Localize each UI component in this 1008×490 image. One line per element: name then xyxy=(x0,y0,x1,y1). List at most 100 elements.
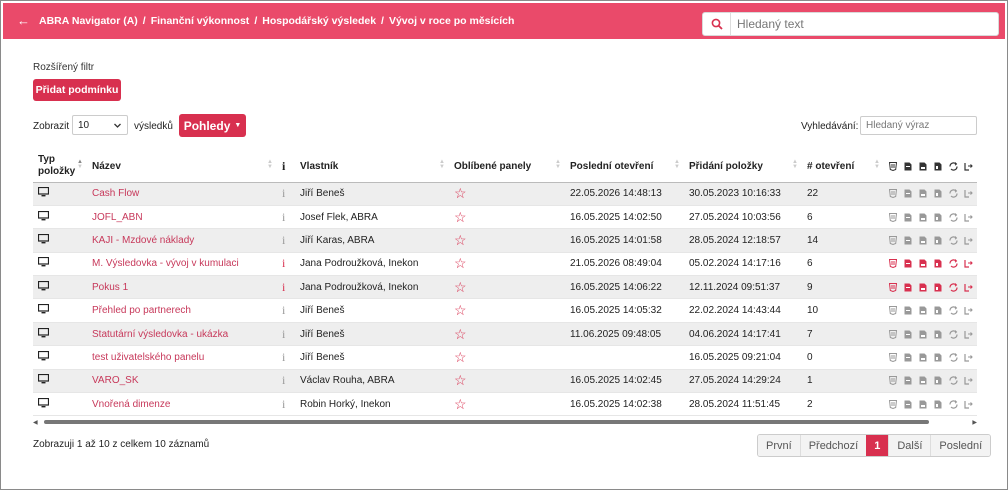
cell-favorite[interactable]: ☆ xyxy=(449,369,565,394)
star-icon[interactable]: ☆ xyxy=(454,255,467,271)
star-icon[interactable]: ☆ xyxy=(454,349,467,365)
share-icon[interactable] xyxy=(964,189,973,198)
scrollbar-thumb[interactable] xyxy=(44,420,929,424)
cell-favorite[interactable]: ☆ xyxy=(449,392,565,417)
share-icon[interactable] xyxy=(964,259,973,268)
column-header-added[interactable]: Přidání položky ▲ ▼ xyxy=(684,151,802,183)
doc-export-icon[interactable] xyxy=(934,376,942,385)
doc-export-icon[interactable] xyxy=(934,306,942,315)
horizontal-scrollbar[interactable]: ◀ ▶ xyxy=(33,418,977,426)
html-export-icon[interactable] xyxy=(888,189,898,199)
star-icon[interactable]: ☆ xyxy=(454,209,467,225)
info-icon[interactable]: i xyxy=(282,280,285,294)
cell-info[interactable]: i xyxy=(277,298,295,323)
cell-favorite[interactable]: ☆ xyxy=(449,252,565,277)
share-icon[interactable] xyxy=(964,376,973,385)
info-icon[interactable]: i xyxy=(282,233,285,247)
table-row[interactable]: KAJI - Mzdové náklady i Jiří Karas, ABRA… xyxy=(33,228,977,253)
cell-name[interactable]: Statutární výsledovka - ukázka xyxy=(87,322,277,347)
star-icon[interactable]: ☆ xyxy=(454,326,467,342)
doc-export-icon[interactable] xyxy=(934,400,942,409)
refresh-icon[interactable] xyxy=(949,329,958,339)
star-icon[interactable]: ☆ xyxy=(454,232,467,248)
html-export-icon[interactable] xyxy=(888,329,898,339)
xls-export-icon[interactable] xyxy=(919,213,927,222)
refresh-icon[interactable] xyxy=(949,353,958,362)
column-header-name[interactable]: Název ▲ ▼ xyxy=(87,151,277,183)
page-current-button[interactable]: 1 xyxy=(866,435,889,456)
cell-favorite[interactable]: ☆ xyxy=(449,322,565,347)
doc-export-icon[interactable] xyxy=(934,283,942,292)
refresh-icon[interactable] xyxy=(949,236,958,245)
pdf-export-icon[interactable] xyxy=(904,213,912,222)
cell-info[interactable]: i xyxy=(277,275,295,300)
share-icon[interactable] xyxy=(964,400,973,409)
table-row[interactable]: Statutární výsledovka - ukázka i Jiří Be… xyxy=(33,322,977,347)
table-row[interactable]: Cash Flow i Jiří Beneš ☆ 22.05.2026 14:4… xyxy=(33,182,977,206)
xls-export-icon[interactable] xyxy=(919,376,927,385)
xls-export-icon[interactable] xyxy=(919,353,927,362)
table-row[interactable]: M. Výsledovka - vývoj v kumulaci i Jana … xyxy=(33,252,977,277)
html-export-icon[interactable] xyxy=(888,212,898,222)
cell-name[interactable]: KAJI - Mzdové náklady xyxy=(87,228,277,253)
xls-export-icon[interactable] xyxy=(919,283,927,292)
info-icon[interactable]: i xyxy=(282,256,285,270)
refresh-icon[interactable] xyxy=(949,282,958,292)
share-icon[interactable] xyxy=(964,283,973,292)
star-icon[interactable]: ☆ xyxy=(454,185,467,201)
xls-export-icon[interactable] xyxy=(919,236,927,245)
cell-favorite[interactable]: ☆ xyxy=(449,275,565,300)
cell-info[interactable]: i xyxy=(277,252,295,277)
cell-name[interactable]: M. Výsledovka - vývoj v kumulaci xyxy=(87,252,277,277)
cell-name[interactable]: Vnořená dimenze xyxy=(87,392,277,417)
column-header-owner[interactable]: Vlastník ▲ ▼ xyxy=(295,151,449,183)
pdf-export-icon[interactable] xyxy=(904,353,912,362)
html-export-icon[interactable] xyxy=(888,399,898,409)
cell-info[interactable]: i xyxy=(277,392,295,417)
star-icon[interactable]: ☆ xyxy=(454,279,467,295)
html-export-icon[interactable] xyxy=(888,306,898,316)
xls-export-icon[interactable] xyxy=(919,189,927,198)
scroll-right-icon[interactable]: ▶ xyxy=(972,419,977,426)
info-icon[interactable]: i xyxy=(282,350,285,364)
cell-name[interactable]: Pokus 1 xyxy=(87,275,277,300)
pdf-export-icon[interactable] xyxy=(904,283,912,292)
cell-info[interactable]: i xyxy=(277,369,295,394)
refresh-icon[interactable] xyxy=(949,189,958,198)
xls-export-icon[interactable] xyxy=(919,259,927,268)
info-icon[interactable]: i xyxy=(282,303,285,317)
pdf-export-icon[interactable] xyxy=(904,330,912,339)
xls-export-icon[interactable] xyxy=(919,400,927,409)
pdf-export-icon[interactable] xyxy=(904,236,912,245)
cell-name[interactable]: Přehled po partnerech xyxy=(87,298,277,323)
cell-favorite[interactable]: ☆ xyxy=(449,345,565,370)
column-header-type[interactable]: Typ položky ▲ ▼ xyxy=(33,151,87,183)
table-row[interactable]: Přehled po partnerech i Jiří Beneš ☆ 16.… xyxy=(33,298,977,323)
info-icon[interactable]: i xyxy=(282,373,285,387)
table-row[interactable]: JOFL_ABN i Josef Flek, ABRA ☆ 16.05.2025… xyxy=(33,205,977,230)
doc-export-icon[interactable] xyxy=(934,330,942,339)
star-icon[interactable]: ☆ xyxy=(454,396,467,412)
pdf-export-icon[interactable] xyxy=(904,189,912,198)
html-export-icon[interactable] xyxy=(888,282,898,292)
cell-name[interactable]: VARO_SK xyxy=(87,369,277,394)
xls-export-icon[interactable] xyxy=(919,330,927,339)
html-export-icon[interactable] xyxy=(888,235,898,246)
html-export-icon[interactable] xyxy=(888,259,898,269)
html-export-icon[interactable] xyxy=(888,376,898,386)
share-icon[interactable] xyxy=(964,306,973,315)
refresh-icon[interactable] xyxy=(949,306,958,315)
page-next-button[interactable]: Další xyxy=(888,435,931,456)
cell-name[interactable]: JOFL_ABN xyxy=(87,205,277,230)
share-icon[interactable] xyxy=(964,353,973,362)
doc-export-icon[interactable] xyxy=(934,353,942,362)
star-icon[interactable]: ☆ xyxy=(454,372,467,388)
page-first-button[interactable]: První xyxy=(758,435,800,456)
cell-favorite[interactable]: ☆ xyxy=(449,182,565,206)
scroll-left-icon[interactable]: ◀ xyxy=(33,419,38,426)
refresh-icon[interactable] xyxy=(949,259,958,268)
doc-export-icon[interactable] xyxy=(934,213,942,222)
table-row[interactable]: Pokus 1 i Jana Podroužková, Inekon ☆ 16.… xyxy=(33,275,977,300)
xls-export-icon[interactable] xyxy=(919,306,927,315)
refresh-icon[interactable] xyxy=(949,376,958,385)
